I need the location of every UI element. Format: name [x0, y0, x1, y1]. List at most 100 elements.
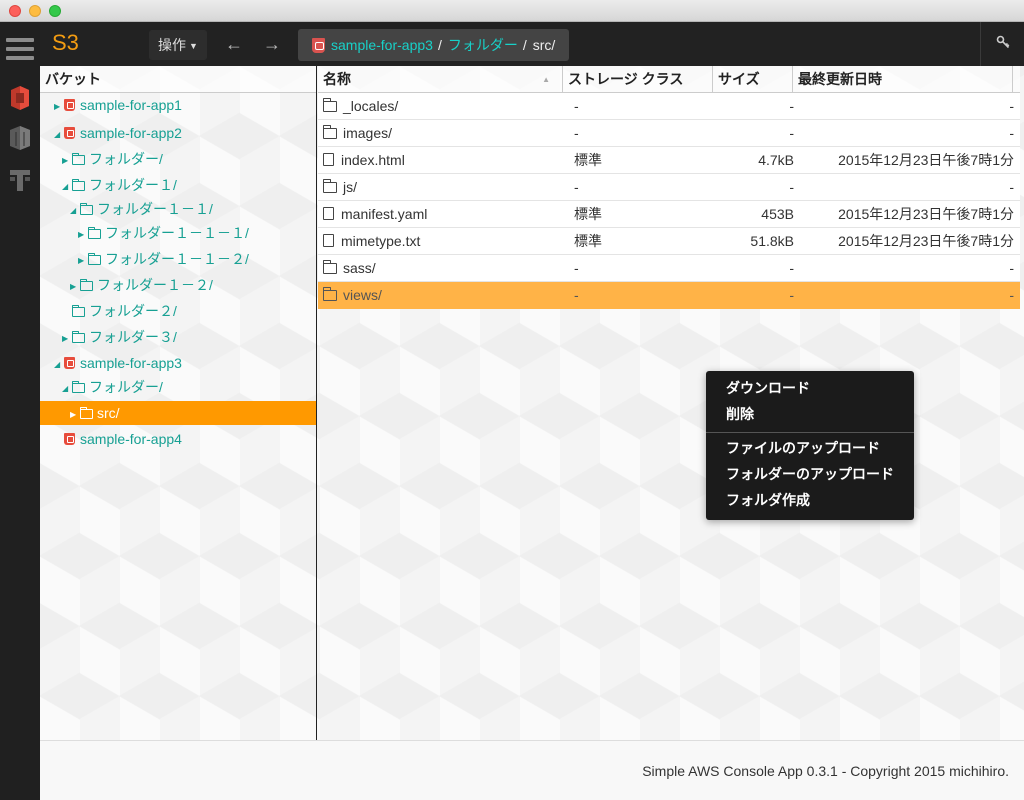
s3-icon[interactable] — [7, 84, 33, 112]
folder-icon — [323, 287, 337, 301]
modified-date-cell: - — [1009, 179, 1014, 195]
menu-item-download[interactable]: ダウンロード — [726, 376, 810, 400]
file-row[interactable]: sass/ - - - — [318, 255, 1020, 282]
tree-node-label: フォルダー１/ — [89, 177, 177, 193]
forward-arrow-icon[interactable]: → — [263, 34, 281, 54]
breadcrumb-folder[interactable]: フォルダー — [448, 37, 518, 53]
file-icon — [323, 153, 334, 166]
tree-bucket-node[interactable]: sample-for-app4 — [54, 427, 182, 451]
file-row[interactable]: mimetype.txt 標準 51.8kB 2015年12月23日午後7時1分 — [318, 228, 1020, 255]
operations-label: 操作 — [158, 37, 186, 53]
collapsed-triangle-icon[interactable]: ▶ — [78, 223, 88, 247]
modified-date-cell: 2015年12月23日午後7時1分 — [838, 233, 1014, 249]
size-cell: - — [789, 260, 794, 276]
file-name-label: _locales/ — [343, 98, 399, 114]
storage-class-cell: 標準 — [574, 206, 602, 222]
operations-dropdown[interactable]: 操作 ▼ — [149, 30, 207, 60]
file-icon — [323, 234, 334, 247]
tree-node-label: sample-for-app3 — [80, 355, 182, 371]
tree-bucket-node[interactable]: ◢ sample-for-app2 — [54, 121, 182, 145]
collapsed-triangle-icon[interactable]: ▶ — [62, 327, 72, 351]
expanded-triangle-icon[interactable]: ◢ — [62, 377, 72, 401]
menu-item-create-folder[interactable]: フォルダ作成 — [726, 488, 810, 512]
storage-class-cell: - — [574, 98, 579, 114]
file-icon — [323, 207, 334, 220]
folder-icon — [72, 331, 85, 343]
window-close-button[interactable] — [9, 5, 21, 17]
breadcrumb-separator: / — [522, 37, 527, 53]
window-minimize-button[interactable] — [29, 5, 41, 17]
file-table-header: 名称 ▲ ストレージ クラス サイズ 最終更新日時 — [318, 66, 1020, 93]
tree-folder-node[interactable]: ◢ フォルダー/ — [62, 375, 163, 399]
tree-folder-node[interactable]: ▶ フォルダー１－２/ — [70, 273, 213, 297]
credentials-button[interactable] — [980, 22, 1024, 66]
tree-node-label: フォルダー/ — [89, 379, 163, 395]
file-name-label: index.html — [341, 152, 405, 168]
folder-icon — [72, 179, 85, 191]
breadcrumb-current: src/ — [532, 37, 556, 53]
tree-folder-node[interactable]: ◢ フォルダー１/ — [62, 173, 177, 197]
file-row[interactable]: manifest.yaml 標準 453B 2015年12月23日午後7時1分 — [318, 201, 1020, 228]
dynamodb-icon[interactable] — [7, 165, 33, 193]
menu-item-upload-folder[interactable]: フォルダーのアップロード — [726, 462, 894, 486]
bucket-icon — [312, 38, 325, 53]
column-name-label: 名称 — [323, 71, 351, 87]
tree-node-label: sample-for-app1 — [80, 97, 182, 113]
tree-bucket-node[interactable]: ◢ sample-for-app3 — [54, 351, 182, 375]
menu-item-upload-file[interactable]: ファイルのアップロード — [726, 436, 880, 460]
breadcrumb-bucket[interactable]: sample-for-app3 — [331, 37, 433, 53]
file-row[interactable]: views/ - - - — [318, 282, 1020, 309]
storage-class-cell: - — [574, 287, 579, 303]
column-header-storage-class[interactable]: ストレージ クラス — [563, 66, 713, 92]
tree-folder-node[interactable]: ◢ フォルダー１－１/ — [70, 197, 213, 221]
main-content: バケット ▶ sample-for-app1 ◢ sample-for-app2 ▶ フォ… — [40, 66, 1024, 740]
tree-node-label: src/ — [97, 405, 120, 421]
modified-date-cell: - — [1009, 125, 1014, 141]
collapsed-triangle-icon[interactable]: ▶ — [54, 95, 64, 119]
folder-icon — [88, 253, 101, 265]
tree-node-label: フォルダー１－１/ — [97, 201, 213, 217]
file-name-cell: views/ — [323, 282, 563, 309]
menu-icon[interactable] — [6, 38, 34, 60]
column-header-name[interactable]: 名称 ▲ — [318, 66, 563, 92]
folder-icon — [72, 153, 85, 165]
expanded-triangle-icon[interactable]: ◢ — [62, 175, 72, 199]
tree-node-label: sample-for-app4 — [80, 431, 182, 447]
file-name-cell: js/ — [323, 174, 563, 201]
bucket-tree: バケット ▶ sample-for-app1 ◢ sample-for-app2 ▶ フォ… — [40, 66, 317, 740]
tree-folder-node[interactable]: ▶ フォルダー３/ — [62, 325, 177, 349]
tree-folder-node[interactable]: ▶ フォルダー/ — [62, 147, 163, 171]
file-row[interactable]: _locales/ - - - — [318, 93, 1020, 120]
tree-folder-node[interactable]: ▶ フォルダー１－１－２/ — [78, 247, 249, 271]
expanded-triangle-icon[interactable]: ◢ — [54, 353, 64, 377]
app-brand: S3 — [52, 30, 79, 55]
size-cell: - — [789, 179, 794, 195]
column-header-modified[interactable]: 最終更新日時 — [793, 66, 1013, 92]
menu-divider — [706, 432, 914, 433]
tree-folder-node[interactable]: ▶ src/ — [70, 401, 120, 425]
collapsed-triangle-icon[interactable]: ▶ — [62, 149, 72, 173]
expanded-triangle-icon[interactable]: ◢ — [54, 123, 64, 147]
menu-item-delete[interactable]: 削除 — [726, 402, 754, 426]
collapsed-triangle-icon[interactable]: ▶ — [70, 275, 80, 299]
collapsed-triangle-icon[interactable]: ▶ — [70, 403, 80, 427]
sort-up-icon: ▲ — [542, 75, 550, 84]
file-row[interactable]: js/ - - - — [318, 174, 1020, 201]
window-maximize-button[interactable] — [49, 5, 61, 17]
modified-date-cell: - — [1009, 287, 1014, 303]
tree-folder-node[interactable]: フォルダー２/ — [62, 299, 177, 323]
expanded-triangle-icon[interactable]: ◢ — [70, 199, 80, 223]
modified-date-cell: 2015年12月23日午後7時1分 — [838, 152, 1014, 168]
tree-bucket-node[interactable]: ▶ sample-for-app1 — [54, 93, 182, 117]
back-arrow-icon[interactable]: ← — [225, 34, 243, 54]
ec2-icon[interactable] — [7, 124, 33, 152]
file-row[interactable]: images/ - - - — [318, 120, 1020, 147]
file-row[interactable]: index.html 標準 4.7kB 2015年12月23日午後7時1分 — [318, 147, 1020, 174]
window-titlebar — [0, 0, 1024, 22]
column-header-size[interactable]: サイズ — [713, 66, 793, 92]
storage-class-cell: - — [574, 260, 579, 276]
toolbar: S3 操作 ▼ ← → sample-for-app3/フォルダー / src/ — [40, 22, 1024, 66]
tree-node-label: フォルダー３/ — [89, 329, 177, 345]
tree-folder-node[interactable]: ▶ フォルダー１－１－１/ — [78, 221, 249, 245]
collapsed-triangle-icon[interactable]: ▶ — [78, 249, 88, 273]
